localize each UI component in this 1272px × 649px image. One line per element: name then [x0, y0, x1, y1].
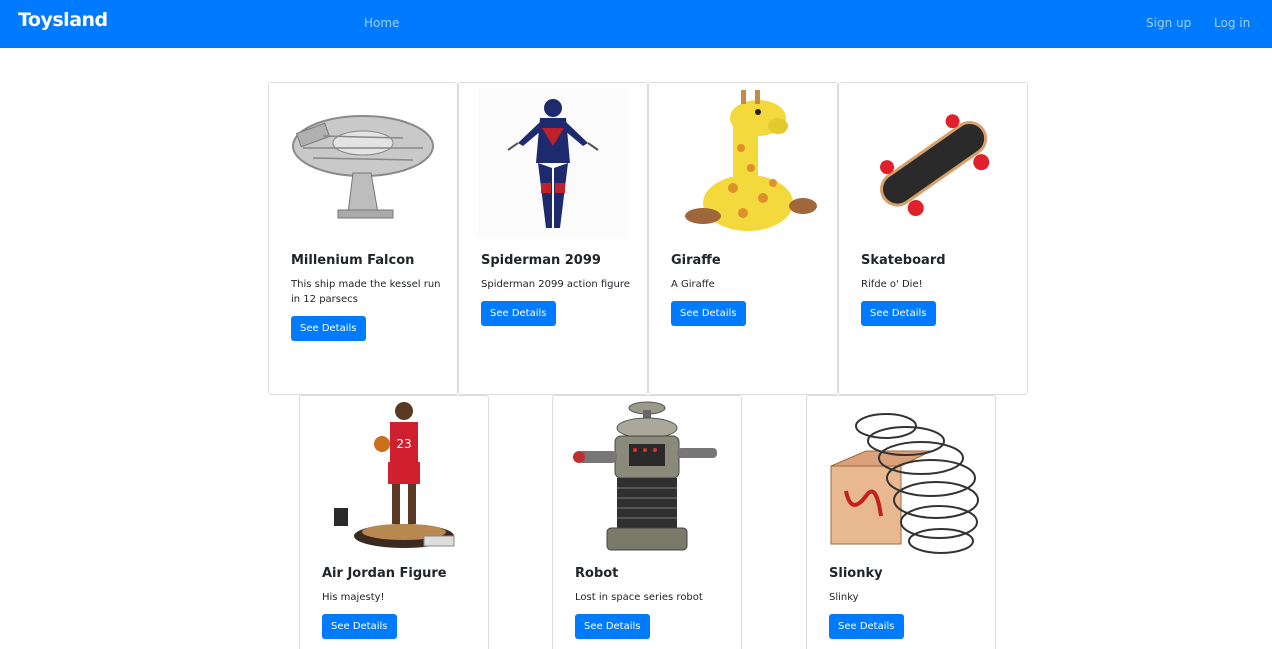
- product-card: Skateboard Rifde o' Die! See Details: [838, 82, 1028, 395]
- product-image: [459, 83, 647, 243]
- nav-login-link[interactable]: Log in: [1214, 16, 1250, 30]
- nav-home-link[interactable]: Home: [364, 16, 399, 30]
- product-image: [269, 83, 457, 243]
- product-card: 23 Air Jordan Figure His majesty! See De…: [299, 395, 489, 649]
- nav-signup-link[interactable]: Sign up: [1146, 16, 1191, 30]
- spiderman-image: [478, 88, 628, 238]
- product-description: Rifde o' Die!: [861, 279, 923, 290]
- product-description: This ship made the kessel run in 12 pars…: [291, 279, 441, 305]
- product-card: Millenium Falcon This ship made the kess…: [268, 82, 458, 395]
- product-title: Air Jordan Figure: [322, 566, 447, 581]
- product-title: Millenium Falcon: [291, 253, 415, 268]
- skateboard-image: [880, 114, 990, 217]
- product-title: Giraffe: [671, 253, 721, 268]
- product-card: Spiderman 2099 Spiderman 2099 action fig…: [458, 82, 648, 395]
- product-image: 23: [300, 396, 488, 556]
- millennium-falcon-image: [292, 115, 434, 219]
- product-card: Robot Lost in space series robot See Det…: [552, 395, 742, 649]
- product-description: Lost in space series robot: [575, 592, 703, 603]
- product-description: A Giraffe: [671, 279, 715, 290]
- brand-logo[interactable]: Toysland: [18, 9, 108, 31]
- product-title: Spiderman 2099: [481, 253, 601, 268]
- basketball-figure-image: 23: [334, 402, 455, 548]
- product-card: Slionky Slinky See Details: [806, 395, 996, 649]
- see-details-button[interactable]: See Details: [481, 301, 556, 326]
- product-title: Skateboard: [861, 253, 946, 268]
- giraffe-image: [685, 90, 817, 231]
- robot-image: [573, 401, 717, 551]
- see-details-button[interactable]: See Details: [575, 614, 650, 639]
- see-details-button[interactable]: See Details: [671, 301, 746, 326]
- navbar: Toysland Home Sign up Log in: [0, 0, 1272, 48]
- see-details-button[interactable]: See Details: [861, 301, 936, 326]
- product-image: [649, 83, 837, 243]
- product-card: Giraffe A Giraffe See Details: [648, 82, 838, 395]
- product-image: [839, 83, 1027, 243]
- svg-text:23: 23: [396, 437, 411, 451]
- slinky-image: [830, 413, 979, 554]
- product-description: Spiderman 2099 action figure: [481, 279, 630, 290]
- product-description: His majesty!: [322, 592, 385, 603]
- product-title: Robot: [575, 566, 619, 581]
- see-details-button[interactable]: See Details: [829, 614, 904, 639]
- product-description: Slinky: [829, 592, 859, 603]
- product-image: [553, 396, 741, 556]
- see-details-button[interactable]: See Details: [322, 614, 397, 639]
- see-details-button[interactable]: See Details: [291, 316, 366, 341]
- product-image: [807, 396, 995, 556]
- product-title: Slionky: [829, 566, 883, 581]
